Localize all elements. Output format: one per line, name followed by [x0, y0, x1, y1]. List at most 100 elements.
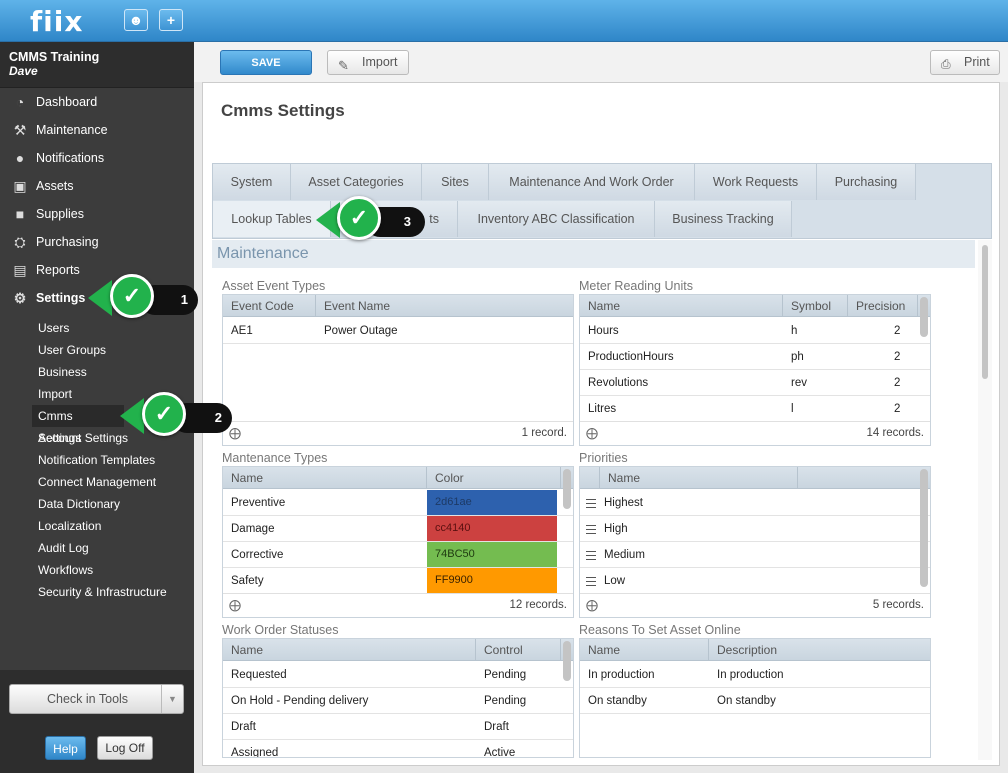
tab-purchasing[interactable]: Purchasing — [817, 164, 916, 200]
table-row[interactable]: ProductionHours ph 2 — [580, 344, 930, 370]
col-name[interactable]: Name — [580, 295, 783, 317]
table-row[interactable]: Damage cc4140 — [223, 516, 573, 542]
sub-users[interactable]: Users — [38, 317, 69, 339]
add-record-icon[interactable]: ⨁ — [229, 598, 241, 612]
record-count: 12 records. — [509, 599, 567, 611]
tab-work-requests[interactable]: Work Requests — [695, 164, 817, 200]
tab-inventory-abc[interactable]: Inventory ABC Classification — [458, 201, 655, 237]
help-button[interactable]: Help — [45, 736, 86, 760]
dashboard-icon: ◔ — [15, 94, 25, 110]
user-profile-button[interactable]: ☻ — [124, 9, 148, 31]
chevron-down-icon[interactable]: ▼ — [161, 685, 183, 713]
col-name[interactable]: Name — [223, 467, 427, 489]
sub-localization[interactable]: Localization — [38, 515, 101, 537]
grid-scrollbar[interactable] — [563, 469, 571, 509]
drag-handle-icon[interactable] — [586, 496, 596, 508]
meter-reading-units-grid: Name Symbol Precision Hours h 2 Production… — [579, 294, 931, 446]
sub-import[interactable]: Import — [38, 383, 72, 405]
table-row[interactable]: Medium — [580, 542, 930, 568]
drag-handle-icon[interactable] — [586, 574, 596, 586]
col-symbol[interactable]: Symbol — [783, 295, 848, 317]
sidebar-footer: Check in Tools ▼ Help Log Off — [0, 670, 194, 773]
grid-scrollbar[interactable] — [920, 297, 928, 337]
tools-icon: ⚒ — [13, 122, 27, 138]
table-row[interactable]: Corrective 74BC50 — [223, 542, 573, 568]
table-row[interactable]: Revolutions rev 2 — [580, 370, 930, 396]
add-record-icon[interactable]: ⨁ — [586, 598, 598, 612]
drag-handle-icon[interactable] — [586, 548, 596, 560]
add-record-icon[interactable]: ⨁ — [586, 426, 598, 440]
table-row[interactable]: On Hold - Pending delivery Pending — [223, 688, 573, 714]
reasons-online-grid: Name Description In production In product… — [579, 638, 931, 758]
tab-maintenance-work-order[interactable]: Maintenance And Work Order — [489, 164, 695, 200]
col-name[interactable]: Name — [223, 639, 476, 661]
col-precision[interactable]: Precision — [848, 295, 918, 317]
table-row[interactable]: On standby On standby — [580, 688, 930, 714]
tab-sites[interactable]: Sites — [422, 164, 489, 200]
sub-security-infrastructure[interactable]: Security & Infrastructure — [38, 581, 167, 603]
truck-icon: ■ — [15, 206, 25, 222]
print-button[interactable]: ⎙ Print — [930, 50, 1000, 75]
grid-scrollbar[interactable] — [920, 469, 928, 587]
col-event-name[interactable]: Event Name — [316, 295, 573, 317]
sub-notification-templates[interactable]: Notification Templates — [38, 449, 155, 471]
page-title: Cmms Settings — [221, 101, 345, 120]
table-row[interactable]: In production In production — [580, 662, 930, 688]
tab-asset-categories[interactable]: Asset Categories — [291, 164, 422, 200]
save-button[interactable]: SAVE — [220, 50, 312, 75]
add-record-icon[interactable]: ⨁ — [229, 426, 241, 440]
sub-account-settings[interactable]: Account Settings — [38, 427, 128, 449]
nav-purchasing[interactable]: ⛭ Purchasing — [0, 229, 194, 255]
sub-workflows[interactable]: Workflows — [38, 559, 93, 581]
log-off-button[interactable]: Log Off — [97, 736, 153, 760]
table-row[interactable]: Safety FF9900 — [223, 568, 573, 594]
tab-lookup-tables[interactable]: Lookup Tables — [213, 201, 331, 237]
nav-assets[interactable]: ▣ Assets — [0, 173, 194, 199]
col-description[interactable]: Description — [709, 639, 930, 661]
sub-data-dictionary[interactable]: Data Dictionary — [38, 493, 120, 515]
table-row[interactable]: Requested Pending — [223, 662, 573, 688]
printer-icon: ⎙ — [941, 57, 951, 71]
table-row[interactable]: Draft Draft — [223, 714, 573, 740]
top-bar: fiix ☻ + — [0, 0, 1008, 42]
account-user: Dave — [9, 64, 38, 78]
table-row[interactable]: Litres l 2 — [580, 396, 930, 422]
sub-audit-log[interactable]: Audit Log — [38, 537, 89, 559]
asset-event-types-grid: Event Code Event Name AE1 Power Outage ⨁… — [222, 294, 574, 446]
table-row[interactable]: Preventive 2d61ae — [223, 490, 573, 516]
maintenance-types-label: Mantenance Types — [222, 451, 328, 465]
sub-connect-management[interactable]: Connect Management — [38, 471, 156, 493]
color-swatch: cc4140 — [427, 516, 557, 541]
nav-notifications[interactable]: ● Notifications — [0, 145, 194, 171]
account-name: CMMS Training — [9, 50, 100, 64]
col-event-code[interactable]: Event Code — [223, 295, 316, 317]
panel-scrollbar-thumb[interactable] — [982, 245, 988, 379]
col-color[interactable]: Color — [427, 467, 561, 489]
record-count: 14 records. — [866, 427, 924, 439]
sub-business[interactable]: Business — [38, 361, 87, 383]
cart-icon: ⛭ — [14, 234, 26, 250]
import-button[interactable]: ✎ Import — [327, 50, 409, 75]
table-row[interactable]: Low — [580, 568, 930, 594]
table-row[interactable]: High — [580, 516, 930, 542]
add-button[interactable]: + — [159, 9, 183, 31]
tab-system[interactable]: System — [213, 164, 291, 200]
col-control[interactable]: Control — [476, 639, 561, 661]
table-row[interactable]: Hours h 2 — [580, 318, 930, 344]
table-row[interactable]: Highest — [580, 490, 930, 516]
sub-user-groups[interactable]: User Groups — [38, 339, 106, 361]
table-row[interactable]: AE1 Power Outage — [223, 318, 573, 344]
grid-scrollbar[interactable] — [563, 641, 571, 681]
check-in-tools-button[interactable]: Check in Tools ▼ — [9, 684, 184, 714]
col-name[interactable]: Name — [600, 467, 798, 489]
drag-handle-icon[interactable] — [586, 522, 596, 534]
tab-business-tracking[interactable]: Business Tracking — [655, 201, 792, 237]
priorities-label: Priorities — [579, 451, 628, 465]
col-name[interactable]: Name — [580, 639, 709, 661]
table-row[interactable]: Assigned Active — [223, 740, 573, 757]
fiix-logo[interactable]: fiix — [30, 5, 83, 38]
nav-supplies[interactable]: ■ Supplies — [0, 201, 194, 227]
nav-maintenance[interactable]: ⚒ Maintenance — [0, 117, 194, 143]
sub-cmms-settings[interactable]: Cmms Settings — [32, 405, 124, 445]
nav-dashboard[interactable]: ◔ Dashboard — [0, 89, 194, 115]
